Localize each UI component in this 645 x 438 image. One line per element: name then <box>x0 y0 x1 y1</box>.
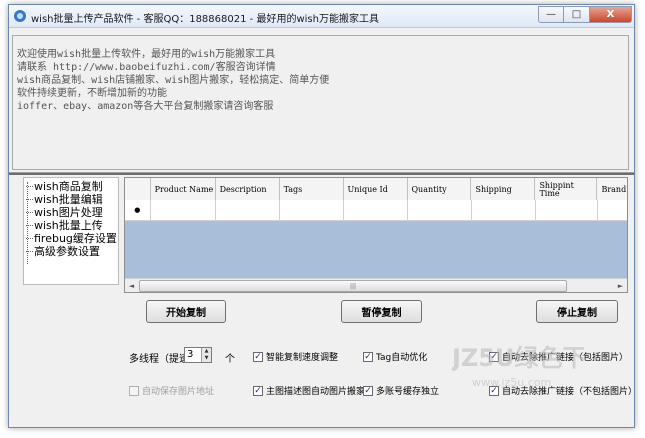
checkbox-checked-icon[interactable]: ✓ <box>489 385 499 396</box>
scroll-thumb[interactable]: ||| <box>139 280 567 292</box>
app-window: wish批量上传产品软件 - 客服QQ：188868021 - 最好用的wish… <box>8 4 637 428</box>
table-cell[interactable] <box>472 200 536 220</box>
checkbox-checked-icon[interactable]: ✓ <box>363 385 373 396</box>
nav-tree: wish商品复制 wish批量编辑 wish图片处理 wish批量上传 fire… <box>23 177 119 285</box>
grid-empty-area <box>125 221 627 278</box>
column-header-tags[interactable]: Tags <box>280 178 344 200</box>
window-controls: — □ X <box>538 6 632 24</box>
checkbox-label: 自动保存图片地址 <box>142 387 215 397</box>
info-line: 软件持续更新，不断增加新的功能 <box>17 88 167 99</box>
tree-item-image-processing[interactable]: wish图片处理 <box>24 206 118 219</box>
table-cell[interactable] <box>598 200 627 220</box>
stepper-up-icon[interactable]: ▲ <box>202 348 211 355</box>
column-header-brand[interactable]: Brand <box>597 178 627 200</box>
checkbox-checked-icon[interactable]: ✓ <box>363 351 373 362</box>
checkbox-label: 智能复制速度调整 <box>266 353 339 363</box>
tree-item-firebug-cache[interactable]: firebug缓存设置 <box>24 232 118 245</box>
column-header-description[interactable]: Description <box>216 178 280 200</box>
checkbox-checked-icon[interactable]: ✓ <box>253 351 263 362</box>
table-cell[interactable] <box>216 200 280 220</box>
remove-promo-with-images-checkbox[interactable]: ✓ 自动去除推广链接（包括图片） <box>489 350 628 363</box>
checkbox-checked-icon[interactable]: ✓ <box>489 351 499 362</box>
tree-item-product-copy[interactable]: wish商品复制 <box>24 180 118 193</box>
info-line: wish商品复制、wish店铺搬家、wish图片搬家，轻松搞定、简单方便 <box>17 75 330 86</box>
column-header-unique-id[interactable]: Unique Id <box>344 178 408 200</box>
stepper-down-icon[interactable]: ▼ <box>202 355 211 362</box>
grid-header: Product Name Description Tags Unique Id … <box>125 178 627 201</box>
tree-item-batch-edit[interactable]: wish批量编辑 <box>24 193 118 206</box>
stop-copy-button[interactable]: 停止复制 <box>536 300 618 323</box>
main-desc-images-checkbox[interactable]: ✓ 主图描述图自动图片搬家 <box>253 384 365 397</box>
info-line: 欢迎使用wish批量上传软件，最好用的wish万能搬家工具 <box>17 49 276 60</box>
minimize-button[interactable]: — <box>538 6 564 23</box>
table-cell[interactable] <box>344 200 408 220</box>
product-grid: Product Name Description Tags Unique Id … <box>124 177 628 293</box>
checkbox-label: 自动去除推广链接（不包括图片） <box>502 387 638 397</box>
column-header-shipping-time[interactable]: Shippint Time <box>535 178 598 200</box>
checkbox-label: 主图描述图自动图片搬家 <box>266 387 366 397</box>
threads-value[interactable]: 3 <box>187 349 193 360</box>
info-line: 请联系 http://www.baobeifuzhi.com/客服咨询详情 <box>17 62 276 73</box>
checkbox-unchecked-icon[interactable] <box>129 385 139 396</box>
start-copy-button[interactable]: 开始复制 <box>146 300 226 323</box>
threads-stepper[interactable]: 3 ▲ ▼ <box>184 347 212 363</box>
scroll-left-icon[interactable]: ◄ <box>125 279 138 292</box>
table-cell[interactable] <box>280 200 344 220</box>
app-icon <box>14 10 26 22</box>
checkbox-label: Tag自动优化 <box>376 353 428 363</box>
multi-account-cache-checkbox[interactable]: ✓ 多账号缓存独立 <box>363 384 439 397</box>
pause-copy-button[interactable]: 暂停复制 <box>341 300 422 323</box>
tag-optimize-checkbox[interactable]: ✓ Tag自动优化 <box>363 350 427 363</box>
maximize-button[interactable]: □ <box>564 6 590 23</box>
close-button[interactable]: X <box>590 6 632 23</box>
stepper-buttons: ▲ ▼ <box>201 348 211 362</box>
checkbox-checked-icon[interactable]: ✓ <box>253 385 263 396</box>
table-row[interactable]: ● <box>125 200 627 221</box>
column-header-quantity[interactable]: Quantity <box>408 178 472 200</box>
remove-promo-without-images-checkbox[interactable]: ✓ 自动去除推广链接（不包括图片） <box>489 384 637 397</box>
info-line: ioffer、ebay、amazon等各大平台复制搬家请咨询客服 <box>17 101 274 112</box>
horizontal-scrollbar[interactable]: ◄ ||| ► <box>125 278 627 292</box>
title-bar[interactable]: wish批量上传产品软件 - 客服QQ：188868021 - 最好用的wish… <box>9 5 634 28</box>
checkbox-label: 自动去除推广链接（包括图片） <box>502 353 629 363</box>
tree-item-batch-upload[interactable]: wish批量上传 <box>24 219 118 232</box>
table-cell[interactable] <box>151 200 216 220</box>
splitter[interactable] <box>9 172 634 175</box>
scroll-right-icon[interactable]: ► <box>614 279 627 292</box>
smart-speed-checkbox[interactable]: ✓ 智能复制速度调整 <box>253 350 338 363</box>
column-header-product-name[interactable]: Product Name <box>151 178 216 200</box>
table-cell[interactable] <box>536 200 598 220</box>
column-header-shipping[interactable]: Shipping <box>471 178 536 200</box>
table-cell[interactable] <box>408 200 472 220</box>
row-selector[interactable]: ● <box>125 200 151 220</box>
window-title: wish批量上传产品软件 - 客服QQ：188868021 - 最好用的wish… <box>31 14 379 25</box>
threads-unit: 个 <box>225 354 235 365</box>
row-header-corner <box>125 178 151 200</box>
checkbox-label: 多账号缓存独立 <box>376 387 440 397</box>
tree-item-advanced-settings[interactable]: 高级参数设置 <box>24 245 118 258</box>
info-panel: 欢迎使用wish批量上传软件，最好用的wish万能搬家工具 请联系 http:/… <box>12 35 629 170</box>
auto-save-image-url-checkbox[interactable]: 自动保存图片地址 <box>129 384 214 397</box>
